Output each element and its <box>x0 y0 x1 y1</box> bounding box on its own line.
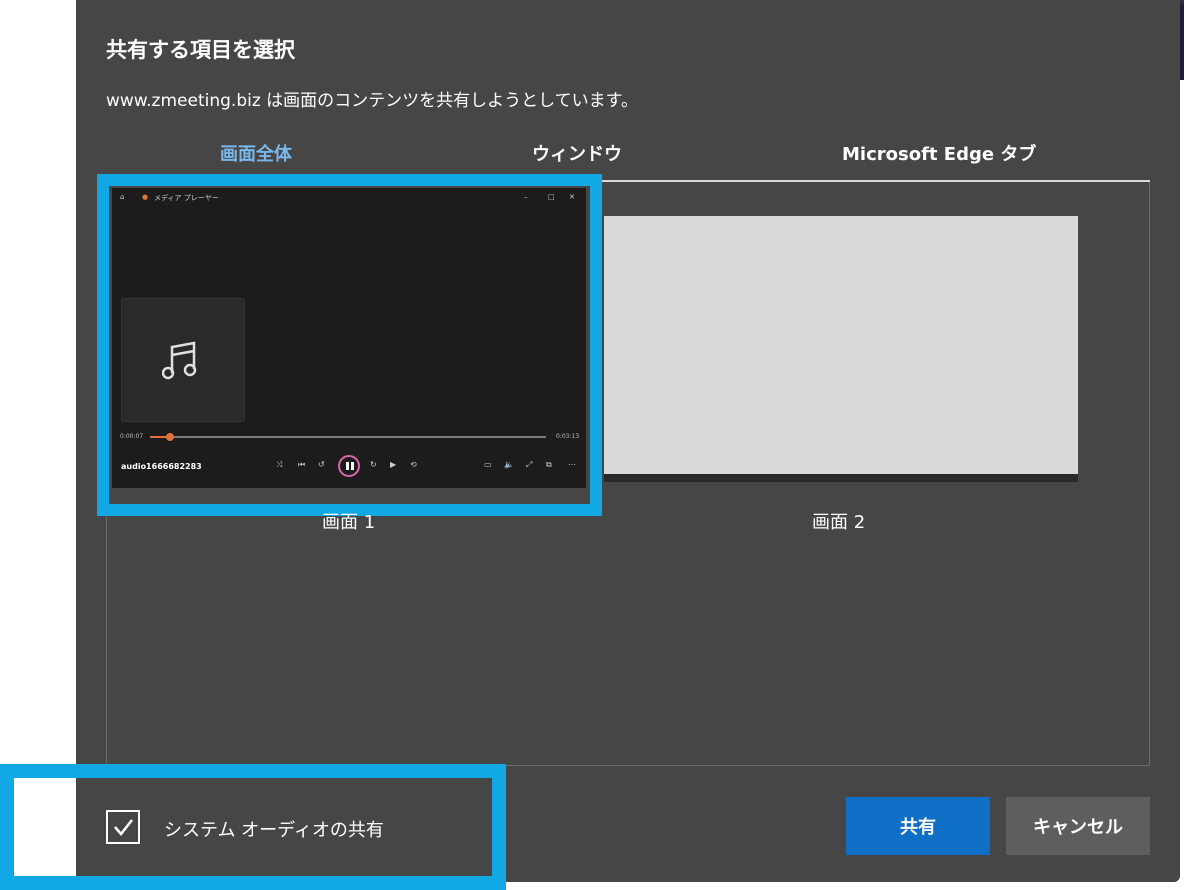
taskbar <box>604 474 1078 482</box>
screen-1-selection-highlight <box>97 174 602 516</box>
tab-edge-tab[interactable]: Microsoft Edge タブ <box>842 140 1036 166</box>
screen-2-thumbnail[interactable] <box>604 216 1078 482</box>
tab-window[interactable]: ウィンドウ <box>532 140 622 166</box>
cancel-button[interactable]: キャンセル <box>1006 797 1150 855</box>
share-button[interactable]: 共有 <box>846 797 990 855</box>
dialog-title: 共有する項目を選択 <box>106 38 295 62</box>
screen-1-label: 画面 1 <box>322 512 376 533</box>
screen-2-label: 画面 2 <box>812 512 866 533</box>
checkbox-highlight <box>0 764 506 890</box>
dialog-subtitle: www.zmeeting.biz は画面のコンテンツを共有しようとしています。 <box>106 91 638 111</box>
tab-entire-screen[interactable]: 画面全体 <box>220 140 292 166</box>
